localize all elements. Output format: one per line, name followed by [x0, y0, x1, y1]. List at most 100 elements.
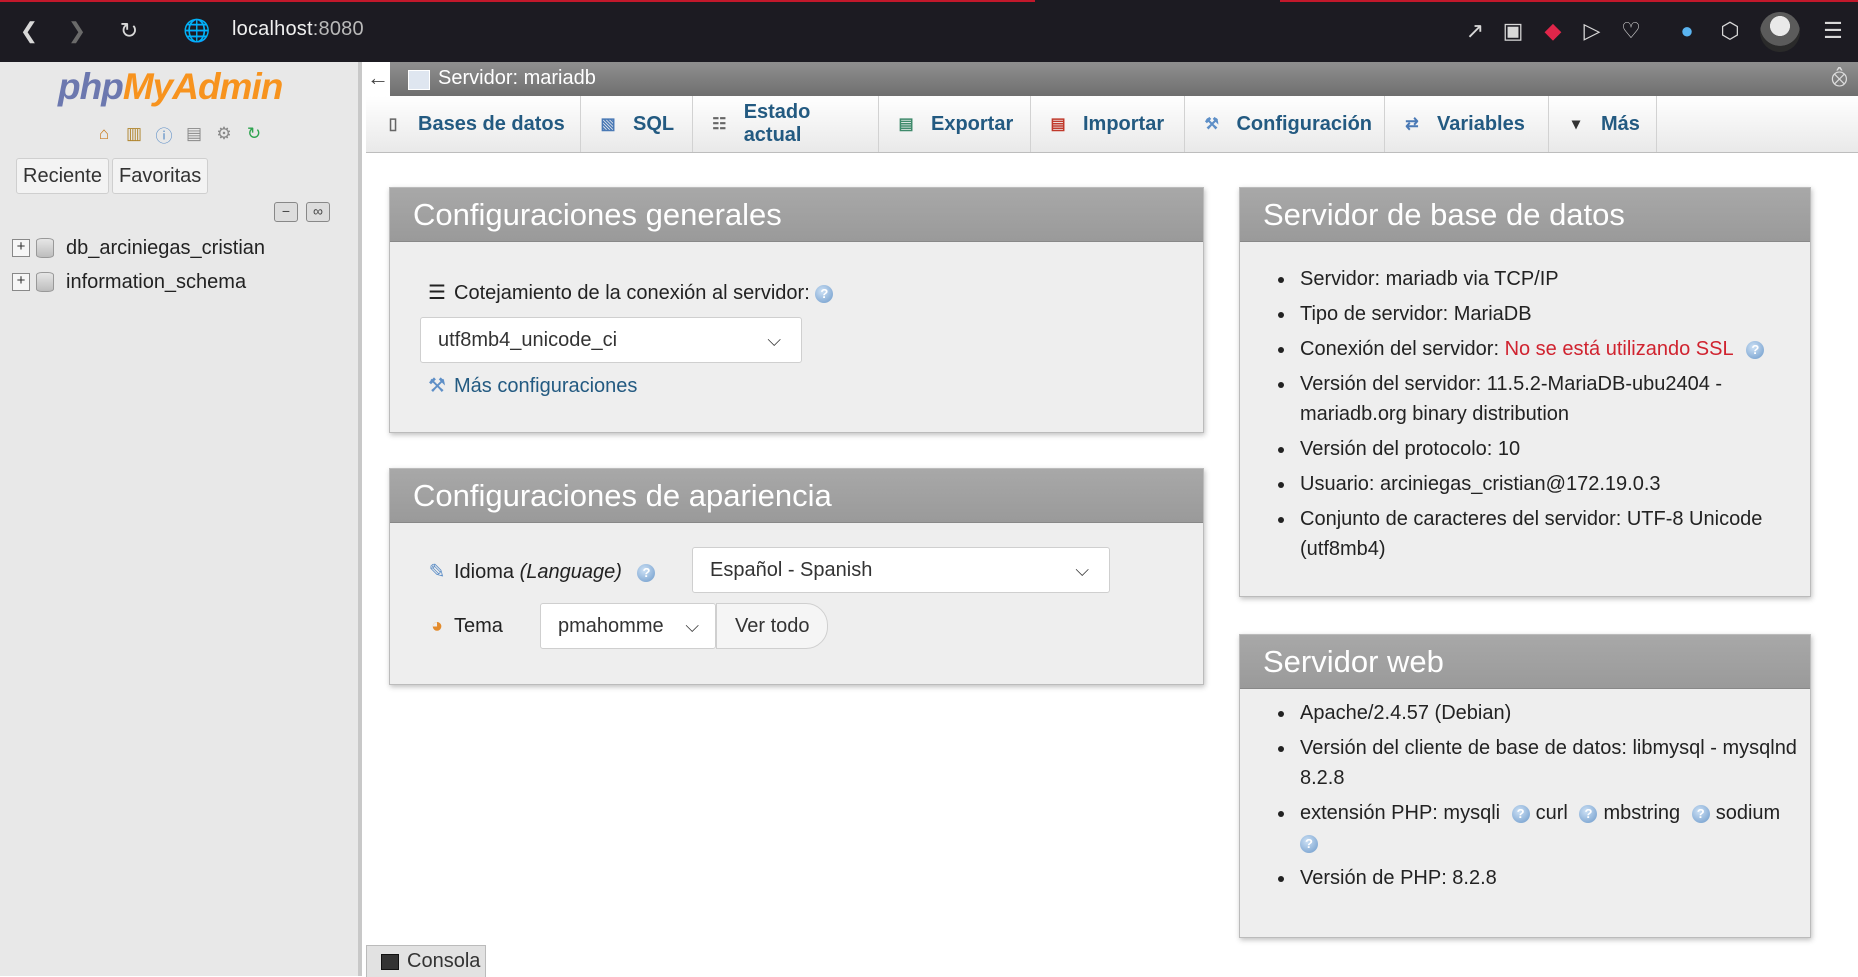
- help-icon[interactable]: ?: [1511, 804, 1530, 823]
- chevron-down-icon: ⌵: [767, 330, 781, 350]
- recent-tab[interactable]: Reciente: [16, 158, 109, 194]
- tab-label: Exportar: [931, 112, 1014, 135]
- tree-controls: − ∞: [274, 202, 330, 222]
- menu-icon[interactable]: ☰: [1816, 14, 1850, 48]
- tab-export[interactable]: ▤ Exportar: [879, 96, 1031, 152]
- language-value: Español - Spanish: [710, 559, 873, 581]
- settings-gear-icon[interactable]: ⚙: [212, 122, 236, 146]
- help-icon[interactable]: ⓘ: [152, 122, 176, 146]
- database-icon: [36, 272, 54, 292]
- tab-label: Más: [1601, 112, 1640, 135]
- shield-icon[interactable]: ◆: [1536, 14, 1570, 48]
- logout-icon[interactable]: ▥: [122, 122, 146, 146]
- list-item: extensión PHP: mysqli ? curl ? mbstring ? s…: [1278, 798, 1797, 858]
- database-item[interactable]: + db_arciniegas_cristian: [12, 233, 265, 263]
- collapse-top-icon[interactable]: ⨶: [1831, 66, 1848, 92]
- reload-icon[interactable]: ↻: [112, 14, 146, 48]
- language-select[interactable]: Español - Spanish ⌵: [692, 547, 1110, 593]
- cube-icon[interactable]: ⬡: [1713, 14, 1747, 48]
- tab-variables[interactable]: ⇄ Variables: [1385, 96, 1549, 152]
- expand-icon[interactable]: +: [12, 273, 30, 291]
- server-breadcrumb: ← Servidor: mariadb ⨶: [366, 62, 1858, 96]
- database-icon: [36, 238, 54, 258]
- theme-select[interactable]: pmahomme ⌵: [540, 603, 716, 649]
- language-label-text: Idioma: [454, 561, 515, 583]
- tab-status[interactable]: ☷ Estado actual: [693, 96, 879, 152]
- list-item: Conjunto de caracteres del servidor: UTF…: [1278, 504, 1764, 564]
- logo-php: php: [58, 66, 124, 107]
- appearance-settings-panel: Configuraciones de apariencia ✎ Idioma (L…: [389, 468, 1204, 685]
- tab-import[interactable]: ▤ Importar: [1031, 96, 1185, 152]
- logo-admin: Admin: [172, 66, 283, 107]
- sql-icon: ▧: [600, 116, 616, 133]
- panel-title: Servidor de base de datos: [1240, 188, 1810, 242]
- favorites-tab[interactable]: Favoritas: [112, 158, 209, 194]
- help-icon[interactable]: ?: [1579, 804, 1598, 823]
- list-icon: ☰: [428, 282, 446, 304]
- tab-label: Variables: [1437, 112, 1525, 135]
- tab-sql[interactable]: ▧ SQL: [581, 96, 693, 152]
- camera-icon[interactable]: ▣: [1496, 14, 1530, 48]
- more-settings-link[interactable]: ⚒ Más configuraciones: [426, 373, 637, 398]
- docs-icon[interactable]: ▤: [182, 122, 206, 146]
- link-icon[interactable]: ∞: [306, 202, 330, 222]
- status-icon: ☷: [712, 116, 727, 133]
- tab-settings[interactable]: ⚒ Configuración: [1185, 96, 1385, 152]
- share-icon[interactable]: ↗: [1458, 14, 1492, 48]
- caret-down-icon: ▾: [1571, 116, 1581, 133]
- database-item[interactable]: + information_schema: [12, 267, 246, 297]
- server-label[interactable]: Servidor: mariadb: [438, 67, 596, 90]
- phpmyadmin-logo[interactable]: phpMyAdmin: [58, 66, 283, 108]
- collapse-all-icon[interactable]: −: [274, 202, 298, 222]
- list-item: Servidor: mariadb via TCP/IP: [1278, 264, 1764, 294]
- collation-label-text: Cotejamiento de la conexión al servidor:: [454, 282, 810, 304]
- tab-databases[interactable]: ▯ Bases de datos: [366, 96, 581, 152]
- connection-label: Conexión del servidor:: [1300, 338, 1499, 360]
- language-label-italic: (Language): [519, 561, 622, 583]
- database-name[interactable]: db_arciniegas_cristian: [66, 237, 265, 260]
- heart-icon[interactable]: ♡: [1614, 14, 1648, 48]
- theme-label-text: Tema: [454, 615, 503, 637]
- help-icon[interactable]: ?: [637, 563, 656, 582]
- back-icon[interactable]: ❮: [12, 14, 46, 48]
- language-icon: ✎: [428, 561, 446, 583]
- web-server-panel: Servidor web Apache/2.4.57 (Debian) Vers…: [1239, 634, 1811, 938]
- php-extension: curl: [1535, 802, 1568, 824]
- help-icon[interactable]: ?: [1746, 340, 1765, 359]
- refresh-icon[interactable]: ↻: [242, 122, 266, 146]
- navigation-panel: phpMyAdmin ⌂ ▥ ⓘ ▤ ⚙ ↻ Reciente Favorita…: [0, 62, 362, 976]
- view-all-button[interactable]: Ver todo: [716, 603, 828, 649]
- avatar[interactable]: [1760, 12, 1800, 52]
- address-bar[interactable]: localhost:8080: [232, 18, 364, 41]
- database-server-info: Servidor: mariadb via TCP/IP Tipo de ser…: [1278, 264, 1765, 569]
- list-item: Tipo de servidor: MariaDB: [1278, 299, 1764, 329]
- url-port: :8080: [312, 18, 364, 40]
- back-arrow-icon[interactable]: ←: [366, 62, 390, 96]
- language-label: ✎ Idioma (Language) ?: [426, 559, 656, 584]
- more-settings-text[interactable]: Más configuraciones: [454, 375, 637, 397]
- help-icon[interactable]: ?: [1691, 804, 1710, 823]
- expand-icon[interactable]: +: [12, 239, 30, 257]
- forward-icon[interactable]: ❯: [60, 14, 94, 48]
- tab-accent: [1280, 0, 1858, 2]
- list-item: Versión del protocolo: 10: [1278, 434, 1764, 464]
- console-label: Consola: [407, 950, 481, 972]
- send-icon[interactable]: ▷: [1575, 14, 1609, 48]
- help-icon[interactable]: ?: [815, 284, 834, 303]
- general-settings-panel: Configuraciones generales ☰ Cotejamiento …: [389, 187, 1204, 433]
- tab-label: Importar: [1083, 112, 1165, 135]
- url-host: localhost: [232, 18, 313, 40]
- extension-icon[interactable]: ●: [1670, 14, 1704, 48]
- home-icon[interactable]: ⌂: [92, 122, 116, 146]
- theme-value: pmahomme: [558, 615, 664, 637]
- help-icon[interactable]: ?: [1300, 834, 1318, 853]
- tab-more[interactable]: ▾ Más: [1549, 96, 1657, 152]
- tab-label: Estado actual: [743, 101, 811, 146]
- console-toggle[interactable]: Consola: [366, 945, 486, 977]
- chevron-down-icon: ⌵: [685, 616, 699, 636]
- logo-my: My: [122, 66, 173, 107]
- client-line: Versión del cliente de base de datos: li…: [1300, 737, 1797, 759]
- database-name[interactable]: information_schema: [66, 271, 246, 294]
- collation-select[interactable]: utf8mb4_unicode_ci ⌵: [420, 317, 802, 363]
- web-server-info: Apache/2.4.57 (Debian) Versión del clien…: [1278, 698, 1797, 898]
